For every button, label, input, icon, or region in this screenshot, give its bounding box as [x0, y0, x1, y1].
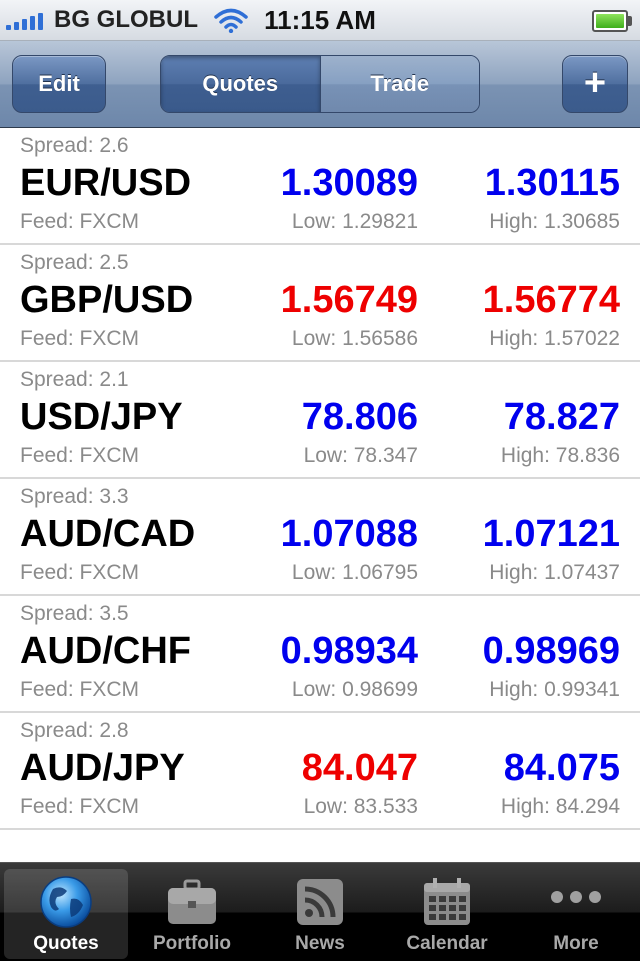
quote-row[interactable]: Spread: 2.1 USD/JPY Feed: FXCM 78.806 78…: [0, 362, 640, 479]
spread-label: Spread: 3.3: [20, 485, 129, 508]
feed-label: Feed: FXCM: [20, 678, 140, 701]
tab-more[interactable]: More: [514, 869, 638, 959]
high-label: High: 1.57022: [489, 327, 620, 350]
symbol-label: AUD/CHF: [20, 630, 191, 672]
ask-price[interactable]: 1.30115: [485, 162, 620, 205]
high-label: High: 84.294: [500, 795, 620, 818]
status-bar: BG GLOBUL 11:15 AM: [0, 0, 640, 41]
calendar-icon: [424, 878, 470, 925]
quote-row[interactable]: Spread: 3.3 AUD/CAD Feed: FXCM 1.07088 1…: [0, 479, 640, 596]
spread-label: Spread: 3.5: [20, 602, 129, 625]
more-dots-icon: [551, 891, 601, 903]
bid-price[interactable]: 84.047: [302, 747, 418, 790]
tab-calendar[interactable]: Calendar: [385, 869, 509, 959]
battery-level: [596, 14, 624, 28]
ask-price[interactable]: 1.07121: [483, 513, 620, 556]
globe-icon: [40, 876, 92, 928]
quote-row[interactable]: Spread: 2.6 EUR/USD Feed: FXCM 1.30089 1…: [0, 128, 640, 245]
spread-label: Spread: 2.6: [20, 134, 129, 157]
symbol-label: AUD/JPY: [20, 747, 185, 789]
high-label: High: 1.07437: [489, 561, 620, 584]
segment-quotes[interactable]: Quotes: [161, 56, 320, 112]
feed-label: Feed: FXCM: [20, 327, 140, 350]
spread-label: Spread: 2.5: [20, 251, 129, 274]
symbol-label: AUD/CAD: [20, 513, 196, 555]
bid-price[interactable]: 1.56749: [281, 279, 418, 322]
tab-label: Portfolio: [152, 933, 232, 954]
bid-price[interactable]: 1.30089: [281, 162, 418, 205]
tab-label: Calendar: [406, 933, 488, 954]
navigation-bar: Edit Quotes Trade +: [0, 41, 640, 128]
feed-label: Feed: FXCM: [20, 795, 140, 818]
tab-quotes[interactable]: Quotes: [4, 869, 128, 959]
high-label: High: 1.30685: [489, 210, 620, 233]
symbol-label: USD/JPY: [20, 396, 183, 438]
quote-row[interactable]: Spread: 2.8 AUD/JPY Feed: FXCM 84.047 84…: [0, 713, 640, 830]
bid-price[interactable]: 0.98934: [281, 630, 418, 673]
low-label: Low: 1.56586: [291, 327, 418, 350]
feed-label: Feed: FXCM: [20, 444, 140, 467]
ask-price[interactable]: 78.827: [504, 396, 620, 439]
low-label: Low: 1.29821: [291, 210, 418, 233]
spread-label: Spread: 2.1: [20, 368, 129, 391]
low-label: Low: 83.533: [303, 795, 418, 818]
high-label: High: 78.836: [500, 444, 620, 467]
segment-trade[interactable]: Trade: [319, 56, 479, 112]
edit-button[interactable]: Edit: [12, 55, 106, 113]
status-time: 11:15 AM: [264, 5, 376, 35]
ask-price[interactable]: 84.075: [504, 747, 620, 790]
low-label: Low: 78.347: [303, 444, 418, 467]
briefcase-icon: [168, 879, 216, 924]
quotes-list: Spread: 2.6 EUR/USD Feed: FXCM 1.30089 1…: [0, 128, 640, 830]
tab-label: Quotes: [33, 933, 99, 954]
quote-row[interactable]: Spread: 2.5 GBP/USD Feed: FXCM 1.56749 1…: [0, 245, 640, 362]
tab-bar: Quotes Portfolio News Calendar More: [0, 862, 640, 961]
bid-price[interactable]: 1.07088: [281, 513, 418, 556]
add-symbol-button[interactable]: +: [562, 55, 628, 113]
low-label: Low: 0.98699: [291, 678, 418, 701]
symbol-label: GBP/USD: [20, 279, 194, 321]
high-label: High: 0.99341: [489, 678, 620, 701]
symbol-label: EUR/USD: [20, 162, 192, 204]
battery-icon: [592, 10, 632, 32]
spread-label: Spread: 2.8: [20, 719, 129, 742]
feed-label: Feed: FXCM: [20, 210, 140, 233]
tab-label: News: [295, 933, 345, 954]
quotes-trade-segmented-control: Quotes Trade: [160, 55, 480, 113]
low-label: Low: 1.06795: [291, 561, 418, 584]
ask-price[interactable]: 0.98969: [483, 630, 620, 673]
tab-news[interactable]: News: [258, 869, 382, 959]
quote-row[interactable]: Spread: 3.5 AUD/CHF Feed: FXCM 0.98934 0…: [0, 596, 640, 713]
rss-icon: [297, 879, 343, 925]
feed-label: Feed: FXCM: [20, 561, 140, 584]
tab-label: More: [553, 933, 599, 954]
tab-portfolio[interactable]: Portfolio: [130, 869, 254, 959]
bid-price[interactable]: 78.806: [302, 396, 418, 439]
ask-price[interactable]: 1.56774: [483, 279, 620, 322]
